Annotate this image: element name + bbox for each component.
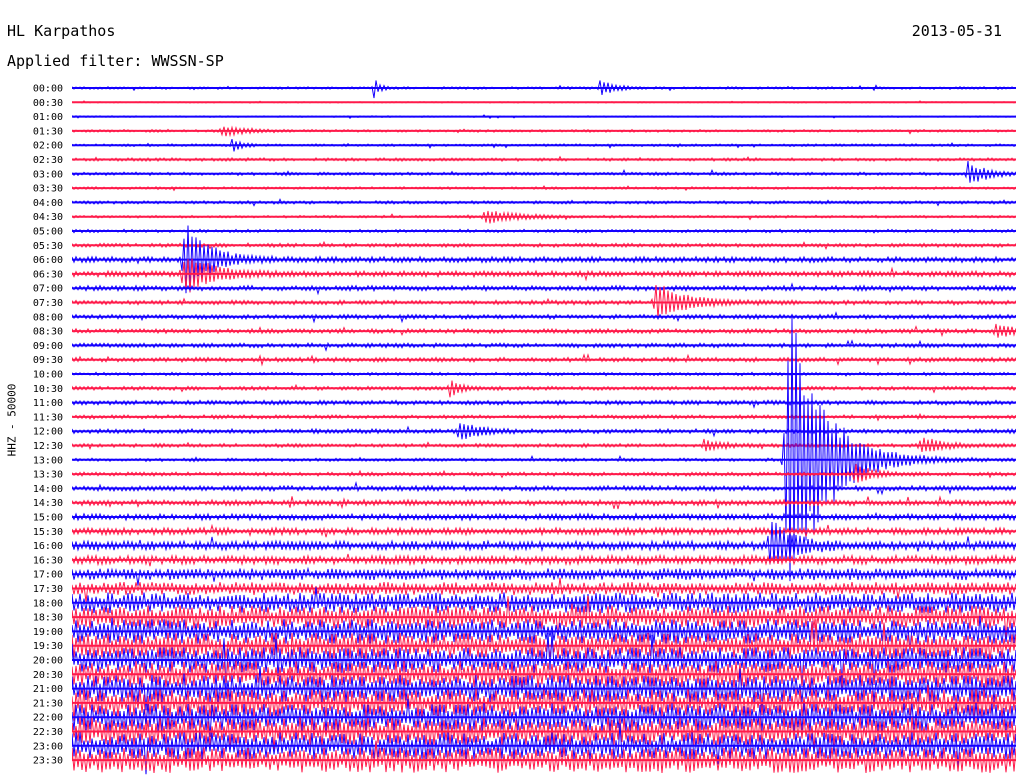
- time-tick-label: 12:00: [33, 427, 63, 438]
- seismogram-page: HL Karpathos 2013-05-31 Applied filter: …: [0, 0, 1024, 780]
- time-tick-label: 16:00: [33, 541, 63, 552]
- time-tick-label: 04:30: [33, 212, 63, 223]
- time-tick-label: 23:00: [33, 741, 63, 752]
- trace-1700: [72, 566, 1016, 586]
- time-tick-label: 14:00: [33, 484, 63, 495]
- time-tick-label: 17:00: [33, 570, 63, 581]
- time-tick-label: 20:30: [33, 670, 63, 681]
- time-tick-label: 02:30: [33, 155, 63, 166]
- trace-0000: [72, 80, 1016, 99]
- time-tick-label: 09:30: [33, 355, 63, 366]
- helicorder-plot: 00:00 00:30 01:00 01:30 02:00 02:30 03:00 03:30…: [33, 80, 1016, 775]
- time-tick-label: 02:00: [33, 141, 63, 152]
- time-tick-label: 01:00: [33, 112, 63, 123]
- time-tick-label: 05:30: [33, 241, 63, 252]
- time-tick-label: 07:00: [33, 284, 63, 295]
- time-tick-label: 21:30: [33, 698, 63, 709]
- time-tick-label: 10:00: [33, 370, 63, 381]
- time-tick-label: 18:30: [33, 613, 63, 624]
- trace-0300: [72, 161, 1016, 183]
- time-tick-label: 03:00: [33, 169, 63, 180]
- time-tick-label: 22:00: [33, 713, 63, 724]
- time-tick-label: 23:30: [33, 756, 63, 767]
- time-tick-label: 11:30: [33, 412, 63, 423]
- time-tick-label: 07:30: [33, 298, 63, 309]
- time-tick-label: 13:00: [33, 455, 63, 466]
- time-tick-label: 15:00: [33, 513, 63, 524]
- time-tick-label: 12:30: [33, 441, 63, 452]
- time-tick-label: 19:00: [33, 627, 63, 638]
- time-tick-label: 13:30: [33, 470, 63, 481]
- time-tick-label: 09:00: [33, 341, 63, 352]
- time-tick-label: 17:30: [33, 584, 63, 595]
- time-tick-label: 01:30: [33, 126, 63, 137]
- trace-1100: [72, 399, 1016, 409]
- time-tick-label: 21:00: [33, 684, 63, 695]
- time-tick-label: 16:30: [33, 555, 63, 566]
- time-tick-label: 06:30: [33, 269, 63, 280]
- time-tick-label: 00:30: [33, 98, 63, 109]
- time-tick-label: 19:30: [33, 641, 63, 652]
- time-tick-label: 03:30: [33, 184, 63, 195]
- time-tick-label: 08:00: [33, 312, 63, 323]
- time-tick-label: 22:30: [33, 727, 63, 738]
- time-tick-label: 00:00: [33, 84, 63, 95]
- time-tick-label: 11:00: [33, 398, 63, 409]
- trace-group: [72, 80, 1016, 775]
- time-tick-label: 05:00: [33, 227, 63, 238]
- time-tick-label: 04:00: [33, 198, 63, 209]
- time-tick-label: 10:30: [33, 384, 63, 395]
- time-tick-label: 20:00: [33, 656, 63, 667]
- trace-1300: [72, 317, 1016, 582]
- time-tick-label: 06:00: [33, 255, 63, 266]
- time-tick-label: 14:30: [33, 498, 63, 509]
- time-tick-label: 08:30: [33, 327, 63, 338]
- time-tick-label: 15:30: [33, 527, 63, 538]
- time-tick-label: 18:00: [33, 598, 63, 609]
